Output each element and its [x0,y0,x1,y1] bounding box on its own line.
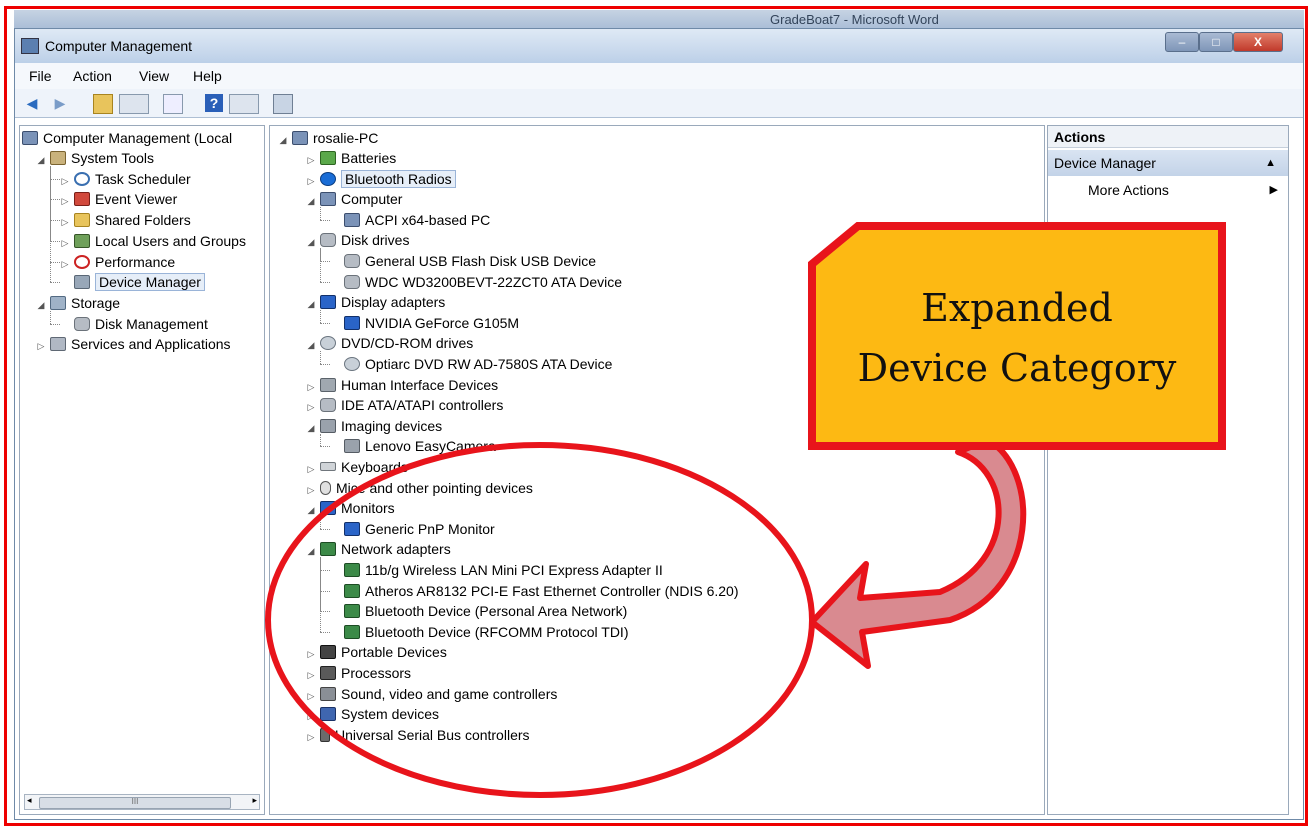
callout-text-box: Expanded Device Category [812,286,1222,406]
annotation-arrow [809,437,1027,669]
callout-line-1: Expanded [921,286,1113,330]
callout-line-2: Device Category [857,346,1177,390]
annotation-ellipse [265,442,815,798]
annotation-overlay [265,222,1226,798]
